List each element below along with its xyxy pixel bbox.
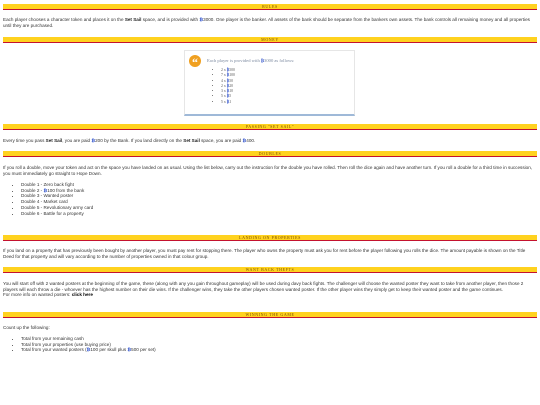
- wanted-info-link[interactable]: click here: [72, 292, 93, 297]
- denomination-value: 10: [229, 89, 234, 94]
- list-item-text: Double 6 - Battle for a property: [21, 210, 84, 216]
- list-item-amount: 100: [90, 347, 99, 353]
- quote-text: as follows:: [273, 58, 295, 63]
- denomination-value: 20: [229, 83, 234, 88]
- quote-icon: “: [189, 55, 201, 69]
- list-item-text: Double 3 - Wanted poster: [21, 193, 74, 199]
- land-amount: 400: [246, 138, 254, 143]
- passing-text: , you are paid: [62, 138, 92, 143]
- winning-list: Total from your remaining cash Total fro…: [3, 336, 156, 353]
- money-quote-box: “ Each player is provided with ₿3000 as …: [184, 50, 355, 116]
- list-item-text: Double 5 - Revolutionary army card: [21, 204, 94, 210]
- quote-amount: 3000: [264, 58, 274, 63]
- passing-text: by the Bank. If you land directly on the: [102, 138, 184, 143]
- set-sail-label: Set Sail: [183, 138, 200, 143]
- quote-text: Each player is provided with: [207, 58, 261, 63]
- section-header-wanted: WANT BACK THEFTS: [3, 267, 537, 273]
- denomination-value: 5: [229, 94, 232, 99]
- quote-title: Each player is provided with ₿3000 as fo…: [207, 58, 294, 63]
- rules-text: space, and is provided with: [141, 17, 200, 22]
- pass-amount: 200: [95, 138, 103, 143]
- section-header-passing: PASSING "SET SAIL": [3, 124, 537, 130]
- list-item: Double 6 - Battle for a property: [21, 211, 93, 217]
- list-item-text: Double 1 - Zero back fight: [21, 182, 74, 187]
- landing-paragraph: If you land on a property that has previ…: [3, 248, 526, 259]
- list-item-text: Total from your remaining cash: [21, 336, 84, 341]
- section-title: LANDING ON PROPERTIES: [239, 235, 301, 240]
- section-title: DOUBLES: [258, 151, 282, 156]
- passing-paragraph: Every time you pass Set Sail, you are pa…: [3, 138, 537, 144]
- list-item-text: per skull plus: [98, 347, 128, 353]
- list-item-text: Double 4 - Market card: [21, 199, 68, 205]
- list-item-amount: 100: [47, 187, 55, 193]
- list-item: Total from your wanted posters (₿100 per…: [21, 347, 156, 353]
- section-header-winning: WINNING THE GAME: [3, 312, 537, 318]
- section-title: PASSING "SET SAIL": [245, 124, 295, 129]
- section-title: MONEY: [261, 37, 279, 42]
- denomination-value: 1: [229, 99, 232, 104]
- list-item-text: Double 2 -: [21, 187, 44, 193]
- section-title: WINNING THE GAME: [245, 312, 295, 317]
- starting-amount: 3000: [203, 17, 214, 22]
- passing-text: Every time you pass: [3, 138, 46, 143]
- list-item-text: Total from your wanted posters (: [21, 347, 87, 353]
- section-title: RULES: [262, 4, 278, 9]
- rules-text: Each player chooses a character token an…: [3, 17, 125, 22]
- list-item-text: from the bank: [54, 187, 85, 193]
- wanted-more-text: For more info on wanted posters:: [3, 292, 72, 298]
- set-sail-label: Set Sail: [45, 138, 63, 143]
- passing-text: .: [253, 138, 256, 143]
- winning-intro: Count up the following:: [3, 325, 50, 330]
- denomination-value: 50: [229, 78, 234, 83]
- doubles-paragraph: If you roll a double, move your token an…: [3, 165, 533, 176]
- denomination-value: 500: [229, 68, 235, 72]
- section-header-doubles: DOUBLES: [3, 151, 537, 157]
- section-header-rules: RULES: [3, 4, 537, 10]
- denomination-value: 100: [229, 73, 235, 78]
- wanted-text: You will start off with 2 wanted posters…: [3, 281, 524, 292]
- list-item-text: per set): [138, 347, 156, 353]
- set-sail-label: Set Sail: [124, 17, 142, 22]
- list-item-text: Total from your properties (use buying p…: [21, 341, 111, 347]
- rules-paragraph: Each player chooses a character token an…: [3, 17, 537, 28]
- passing-text: space, you are paid: [199, 138, 243, 143]
- list-item-amount: 500: [131, 347, 139, 353]
- section-title: WANT BACK THEFTS: [245, 267, 295, 272]
- money-denominations-list: 2 x ₿5007 x ₿1004 x ₿502 x ₿203 x ₿105 x…: [221, 68, 235, 105]
- money-denomination-item: 5 x ₿1: [221, 100, 235, 105]
- wanted-paragraph: You will start off with 2 wanted posters…: [3, 281, 537, 298]
- section-header-money: MONEY: [3, 37, 537, 43]
- section-header-landing: LANDING ON PROPERTIES: [3, 235, 537, 241]
- rules-page: RULES Each player chooses a character to…: [0, 0, 540, 405]
- doubles-list: Double 1 - Zero back fight Double 2 - ₿1…: [3, 182, 93, 216]
